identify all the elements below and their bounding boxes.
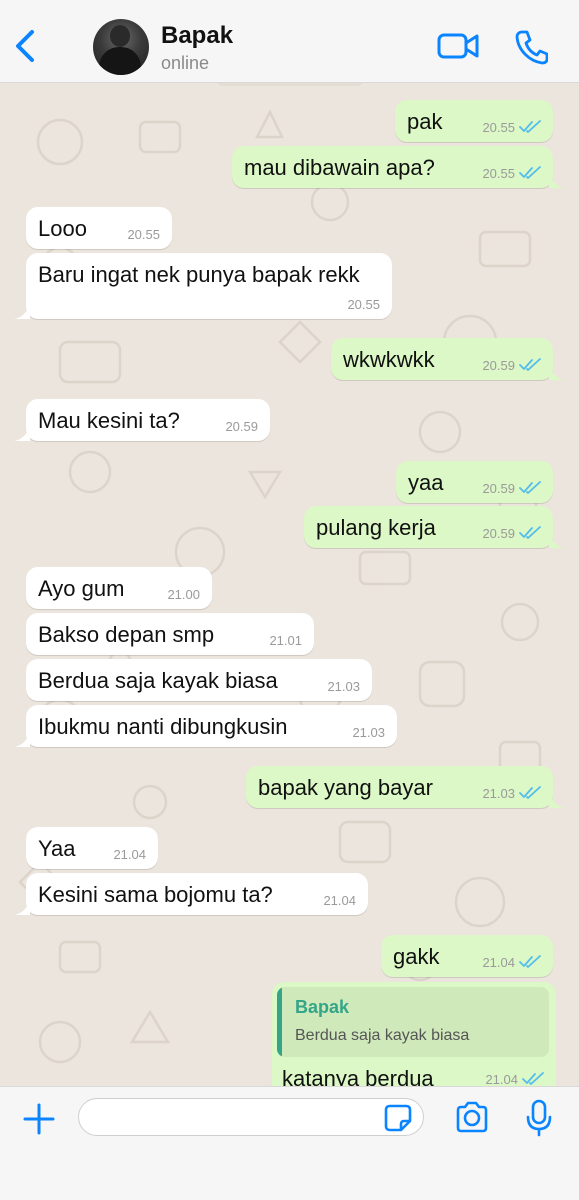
double-check-icon (519, 120, 541, 133)
message-text: Berdua saja kayak biasa (38, 668, 278, 693)
message-text: Baru ingat nek punya bapak rekk (38, 262, 360, 287)
message-text: Ibukmu nanti dibungkusin (38, 714, 288, 739)
message-time: 21.03 (482, 786, 515, 801)
chat-screen: Bapak online pak 20.55 mau dibawain apa?… (0, 0, 579, 1200)
message-text: Ayo gum (38, 576, 125, 601)
phone-icon[interactable] (514, 29, 548, 65)
message-time: 21.01 (269, 633, 302, 648)
message-time: 21.00 (167, 587, 200, 602)
contact-avatar[interactable] (93, 19, 149, 75)
message-bubble-outgoing[interactable]: pak 20.55 (395, 100, 553, 142)
message-time: 21.04 (485, 1072, 518, 1086)
message-input[interactable] (78, 1098, 424, 1136)
contact-status: online (161, 53, 210, 73)
message-text: Yaa (38, 836, 76, 861)
message-time: 20.55 (127, 227, 160, 242)
message-text: wkwkwkk (343, 347, 435, 372)
quoted-message[interactable]: Bapak Berdua saja kayak biasa (277, 987, 549, 1057)
bubble-tail (14, 425, 30, 441)
message-text: yaa (408, 470, 444, 495)
bubble-tail (549, 792, 565, 808)
message-time: 20.55 (347, 297, 380, 312)
double-check-icon (519, 358, 541, 371)
message-bubble-incoming[interactable]: Mau kesini ta? 20.59 (26, 399, 270, 441)
camera-icon[interactable] (454, 1101, 490, 1133)
double-check-icon (519, 481, 541, 494)
message-time: 20.55 (482, 166, 515, 181)
message-bubble-outgoing[interactable]: wkwkwkk 20.59 (331, 338, 553, 380)
double-check-icon (519, 166, 541, 179)
message-time: 20.59 (225, 419, 258, 434)
message-bubble-incoming[interactable]: Ibukmu nanti dibungkusin 21.03 (26, 705, 397, 747)
message-time: 21.04 (113, 847, 146, 862)
bubble-tail (14, 899, 30, 915)
message-bubble-outgoing[interactable]: bapak yang bayar 21.03 (246, 766, 553, 808)
chat-header: Bapak online (0, 0, 579, 83)
message-bubble-incoming[interactable]: Baru ingat nek punya bapak rekk 20.55 (26, 253, 392, 319)
bubble-tail (549, 532, 565, 548)
message-time: 21.03 (352, 725, 385, 740)
message-time: 20.59 (482, 358, 515, 373)
quote-accent-bar (277, 987, 282, 1057)
message-bubble-incoming[interactable]: Ayo gum 21.00 (26, 567, 212, 609)
message-text: Looo (38, 216, 87, 241)
message-time: 20.55 (482, 120, 515, 135)
message-text: Kesini sama bojomu ta? (38, 882, 273, 907)
composer-bar (0, 1086, 579, 1200)
double-check-icon (519, 526, 541, 539)
bubble-tail (14, 303, 30, 319)
message-bubble-incoming[interactable]: Kesini sama bojomu ta? 21.04 (26, 873, 368, 915)
double-check-icon (519, 786, 541, 799)
message-bubble-incoming[interactable]: Looo 20.55 (26, 207, 172, 249)
message-text: Bakso depan smp (38, 622, 215, 647)
message-bubble-outgoing[interactable]: gakk 21.04 (381, 935, 553, 977)
bubble-tail (14, 731, 30, 747)
message-text: Mau kesini ta? (38, 408, 180, 433)
message-bubble-incoming[interactable]: Berdua saja kayak biasa 21.03 (26, 659, 372, 701)
quote-author: Bapak (295, 997, 350, 1017)
message-time: 20.59 (482, 526, 515, 541)
message-time: 21.04 (482, 955, 515, 970)
bubble-tail (549, 172, 565, 188)
message-bubble-incoming[interactable]: Bakso depan smp 21.01 (26, 613, 314, 655)
double-check-icon (522, 1072, 544, 1085)
message-time: 21.04 (323, 893, 356, 908)
message-text: bapak yang bayar (258, 775, 433, 800)
message-bubble-outgoing[interactable]: pulang kerja 20.59 (304, 506, 553, 548)
message-text: mau dibawain apa? (244, 155, 435, 180)
contact-name[interactable]: Bapak (161, 22, 233, 50)
plus-icon[interactable] (22, 1102, 56, 1136)
message-text: pulang kerja (316, 515, 436, 540)
message-time: 21.03 (327, 679, 360, 694)
quote-text: Berdua saja kayak biasa (295, 1027, 470, 1044)
chevron-left-icon[interactable] (8, 26, 40, 66)
message-text: gakk (393, 944, 440, 969)
bubble-tail (549, 364, 565, 380)
message-bubble-outgoing[interactable]: yaa 20.59 (396, 461, 553, 503)
message-list[interactable]: pak 20.55 mau dibawain apa? 20.55 Looo 2… (0, 82, 579, 1086)
reply-message-bubble[interactable]: Bapak Berdua saja kayak biasa katanya be… (272, 982, 556, 1086)
message-text: pak (407, 109, 443, 134)
microphone-icon[interactable] (525, 1099, 553, 1137)
sticker-icon[interactable] (384, 1104, 412, 1132)
double-check-icon (519, 955, 541, 968)
message-time: 20.59 (482, 481, 515, 496)
video-camera-icon[interactable] (437, 30, 479, 62)
message-text: katanya berdua (282, 1066, 434, 1086)
message-bubble-outgoing[interactable]: mau dibawain apa? 20.55 (232, 146, 553, 188)
message-bubble-incoming[interactable]: Yaa 21.04 (26, 827, 158, 869)
